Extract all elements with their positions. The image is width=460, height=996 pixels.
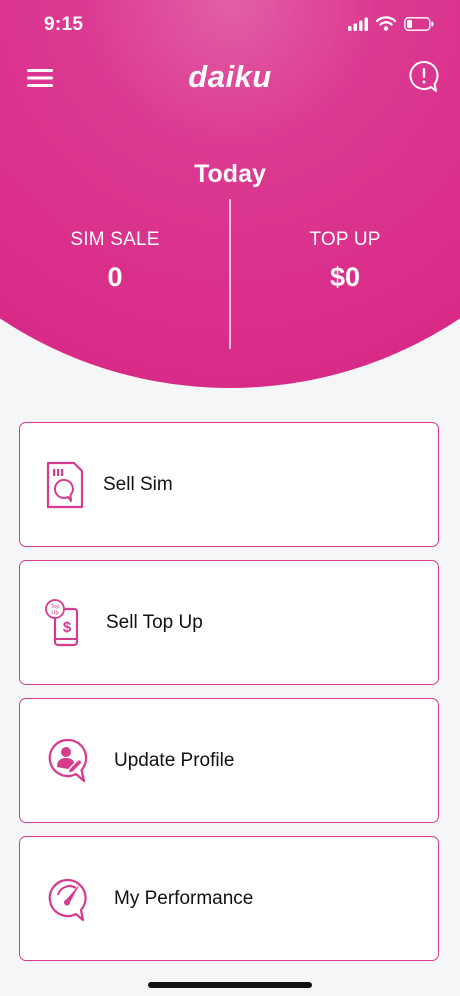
header: 9:15 daiku Today SIM SALE 0 TOP UP $0 [0, 0, 460, 390]
sell-top-up-label: Sell Top Up [106, 611, 203, 633]
update-profile-card[interactable]: Update Profile [19, 698, 439, 823]
sell-top-up-card[interactable]: Top Up $ Sell Top Up [19, 560, 439, 685]
top-up-stat: TOP UP $0 [230, 229, 460, 293]
sell-sim-card[interactable]: Sell Sim [19, 422, 439, 547]
battery-icon [404, 16, 434, 31]
sim-sale-value: 0 [107, 262, 123, 292]
my-performance-label: My Performance [114, 887, 254, 909]
phone-topup-icon: Top Up $ [45, 599, 79, 647]
sim-sale-stat: SIM SALE 0 [0, 229, 230, 293]
status-time: 9:15 [44, 14, 84, 35]
speedometer-icon [48, 878, 87, 922]
svg-text:$: $ [63, 619, 72, 636]
alert-bubble-icon [409, 60, 439, 92]
sim-card-icon [46, 461, 84, 509]
top-up-label: TOP UP [309, 229, 381, 250]
status-bar: 9:15 [0, 0, 460, 50]
status-icons [348, 16, 434, 31]
home-indicator[interactable] [148, 982, 312, 988]
nav-bar: daiku [0, 55, 460, 101]
sell-sim-label: Sell Sim [103, 473, 173, 495]
my-performance-card[interactable]: My Performance [19, 836, 439, 961]
svg-text:Up: Up [51, 610, 58, 616]
profile-edit-icon [48, 738, 88, 783]
alert-button[interactable] [408, 60, 440, 94]
brand-logo: daiku [188, 59, 272, 94]
top-up-value: $0 [329, 262, 361, 292]
update-profile-label: Update Profile [114, 749, 235, 771]
wifi-icon [376, 16, 396, 31]
sim-sale-label: SIM SALE [70, 229, 160, 250]
signal-icon [348, 17, 368, 31]
today-title: Today [194, 160, 266, 188]
